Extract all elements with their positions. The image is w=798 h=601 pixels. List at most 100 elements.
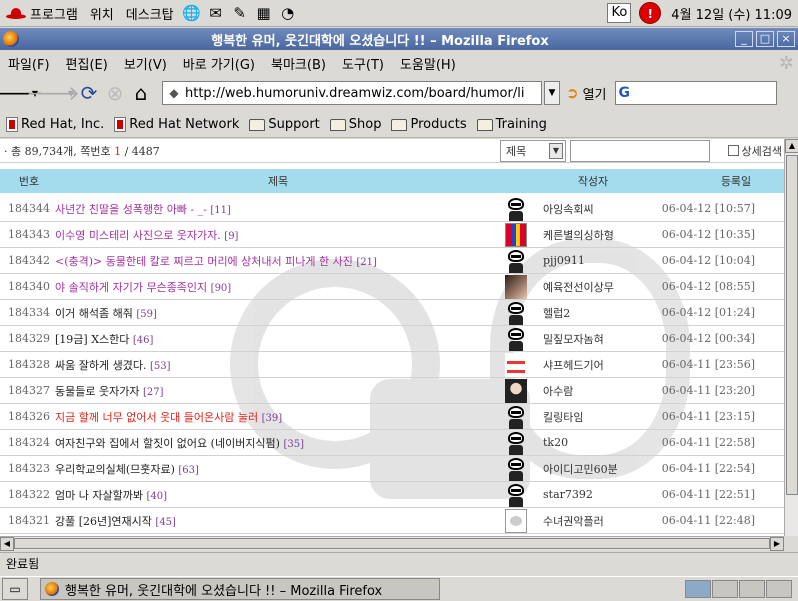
menu-file[interactable]: 파일(F) bbox=[0, 54, 58, 73]
author-avatar[interactable] bbox=[503, 274, 529, 300]
go-button[interactable]: ➲ 열기 bbox=[566, 84, 607, 103]
writer-icon[interactable]: ✎ bbox=[229, 3, 251, 23]
workspace-1[interactable] bbox=[685, 580, 711, 598]
author-avatar[interactable] bbox=[503, 222, 529, 248]
scroll-thumb[interactable] bbox=[786, 155, 798, 495]
close-button[interactable]: × bbox=[777, 31, 795, 47]
table-row[interactable]: 184322 엄마 나 자살할까봐 [40] star7392 06-04-11 [2… bbox=[0, 482, 784, 508]
author-name[interactable]: 아잉속회씨 bbox=[529, 201, 659, 217]
google-search-icon[interactable]: G bbox=[619, 85, 631, 101]
author-name[interactable]: 샤프헤드기어 bbox=[529, 357, 659, 373]
post-title-link[interactable]: 싸움 잘하게 생겼다. [53] bbox=[55, 357, 503, 373]
reload-button[interactable]: ⟳ bbox=[76, 80, 102, 106]
author-avatar[interactable] bbox=[503, 352, 529, 378]
menu-edit[interactable]: 편집(E) bbox=[58, 54, 116, 73]
url-input[interactable] bbox=[185, 85, 525, 101]
minimize-button[interactable]: _ bbox=[735, 31, 753, 47]
author-avatar[interactable] bbox=[503, 300, 529, 326]
notes-icon[interactable]: ✉ bbox=[205, 3, 227, 23]
table-row[interactable]: 184329 [19금] X스한다 [46] 밀짚모자놈혀 06-04-12 [00:… bbox=[0, 326, 784, 352]
table-row[interactable]: 184321 강풀 [26년]연재시작 [45] 수녀권악플러 06-04-11 [2… bbox=[0, 508, 784, 534]
author-avatar[interactable] bbox=[503, 196, 529, 222]
search-box[interactable]: G bbox=[614, 81, 777, 105]
forward-dropdown-icon[interactable]: ▼ bbox=[66, 89, 76, 98]
author-name[interactable]: pjj0911 bbox=[529, 254, 659, 267]
table-row[interactable]: 184342 <(충격)> 동물한테 칼로 찌르고 머리에 상처내서 피나게 한 … bbox=[0, 248, 784, 274]
stop-button[interactable]: ⊗ bbox=[102, 80, 128, 106]
table-row[interactable]: 184343 이수영 미스테리 사진으로 웃자가자. [9] 케른별의싱하형 06-0… bbox=[0, 222, 784, 248]
post-title-link[interactable]: 이거 해석좀 해줘 [59] bbox=[55, 305, 503, 321]
globe-icon[interactable]: 🌐 bbox=[181, 3, 203, 23]
applications-menu[interactable]: 프로그램 bbox=[0, 2, 84, 24]
bookmark-redhat-network[interactable]: Red Hat Network bbox=[114, 117, 239, 132]
bookmark-folder-training[interactable]: Training bbox=[476, 117, 547, 132]
show-desktop-icon[interactable]: ▭ bbox=[2, 578, 28, 600]
author-avatar[interactable] bbox=[503, 456, 529, 482]
author-avatar[interactable] bbox=[503, 404, 529, 430]
forward-button[interactable]: 🡒 bbox=[26, 80, 80, 106]
menu-go[interactable]: 바로 가기(G) bbox=[175, 54, 263, 73]
table-row[interactable]: 184324 여자친구와 집에서 할짓이 없어요 (네이버지식펌) [35] tk2… bbox=[0, 430, 784, 456]
bookmark-redhat-inc[interactable]: Red Hat, Inc. bbox=[6, 117, 104, 132]
calc-icon[interactable]: ▦ bbox=[253, 3, 275, 23]
checkbox[interactable] bbox=[727, 145, 739, 156]
keyboard-indicator[interactable]: Ko bbox=[607, 3, 632, 23]
author-name[interactable]: 킬링타임 bbox=[529, 409, 659, 425]
post-title-link[interactable]: [19금] X스한다 [46] bbox=[55, 331, 503, 347]
scroll-right-icon[interactable]: ▶ bbox=[770, 537, 784, 551]
scroll-up-icon[interactable]: ▲ bbox=[785, 139, 798, 153]
author-avatar[interactable] bbox=[503, 248, 529, 274]
vertical-scrollbar[interactable]: ▲ bbox=[784, 139, 798, 536]
horizontal-scrollbar[interactable]: ◀ ▶ bbox=[0, 536, 784, 551]
url-bar[interactable]: ◆ bbox=[162, 81, 542, 105]
author-name[interactable]: 아수람 bbox=[529, 383, 659, 399]
maximize-button[interactable]: □ bbox=[756, 31, 774, 47]
author-avatar[interactable] bbox=[503, 508, 529, 534]
scroll-thumb[interactable] bbox=[14, 538, 770, 549]
author-name[interactable]: tk20 bbox=[529, 436, 659, 449]
workspace-4[interactable] bbox=[766, 580, 792, 598]
bookmark-folder-products[interactable]: Products bbox=[391, 117, 467, 132]
table-row[interactable]: 184344 사년간 친딸을 성폭행한 아빠 - _- [11] 아잉속회씨 06-0… bbox=[0, 196, 784, 222]
post-title-link[interactable]: 사년간 친딸을 성폭행한 아빠 - _- [11] bbox=[55, 201, 503, 217]
places-menu[interactable]: 위치 bbox=[84, 2, 120, 24]
post-title-link[interactable]: 엄마 나 자살할까봐 [40] bbox=[55, 487, 503, 503]
presentation-icon[interactable]: ◔ bbox=[277, 3, 299, 23]
post-title-link[interactable]: 이수영 미스테리 사진으로 웃자가자. [9] bbox=[55, 227, 503, 243]
workspace-3[interactable] bbox=[739, 580, 765, 598]
author-name[interactable]: 수녀권악플러 bbox=[529, 513, 659, 529]
post-title-link[interactable]: 여자친구와 집에서 할짓이 없어요 (네이버지식펌) [35] bbox=[55, 435, 503, 451]
table-row[interactable]: 184328 싸움 잘하게 생겼다. [53] 샤프헤드기어 06-04-11 [23… bbox=[0, 352, 784, 378]
workspace-2[interactable] bbox=[712, 580, 738, 598]
post-title-link[interactable]: 강풀 [26년]연재시작 [45] bbox=[55, 513, 503, 529]
table-row[interactable]: 184334 이거 해석좀 해줘 [59] 헬럽2 06-04-12 [01:24] bbox=[0, 300, 784, 326]
menu-help[interactable]: 도움말(H) bbox=[392, 54, 464, 73]
clock[interactable]: 4월 12일 (수) 11:09 bbox=[671, 4, 792, 23]
author-avatar[interactable] bbox=[503, 378, 529, 404]
bookmark-folder-support[interactable]: Support bbox=[249, 117, 320, 132]
table-row[interactable]: 184326 지금 할께 너무 없어서 웃대 들어온사람 눌러 [39] 킬링타임 0… bbox=[0, 404, 784, 430]
firefox-icon[interactable] bbox=[3, 31, 19, 47]
author-name[interactable]: 헬럽2 bbox=[529, 305, 659, 321]
detail-search-checkbox[interactable]: 상세검색 bbox=[727, 143, 782, 159]
bookmark-folder-shop[interactable]: Shop bbox=[329, 117, 381, 132]
window-titlebar[interactable]: 행복한 유머, 웃긴대학에 오셨습니다 !! – Mozilla Firefox… bbox=[0, 28, 798, 50]
menu-bookmarks[interactable]: 북마크(B) bbox=[263, 54, 334, 73]
author-avatar[interactable] bbox=[503, 430, 529, 456]
table-row[interactable]: 184340 야 솔직하게 자기가 무슨종족인지 [90] 예육전선이상무 06-04… bbox=[0, 274, 784, 300]
workspace-switcher[interactable] bbox=[684, 580, 792, 598]
author-name[interactable]: 밀짚모자놈혀 bbox=[529, 331, 659, 347]
update-alert-icon[interactable]: ! bbox=[639, 2, 662, 24]
board-search-input[interactable] bbox=[570, 139, 710, 162]
table-row[interactable]: 184327 동물들로 웃자가자 [27] 아수람 06-04-11 [23:20] bbox=[0, 378, 784, 404]
post-title-link[interactable]: 우리학교의실체(므훗자료) [63] bbox=[55, 461, 503, 477]
menu-tools[interactable]: 도구(T) bbox=[334, 54, 392, 73]
post-title-link[interactable]: <(충격)> 동물한테 칼로 찌르고 머리에 상처내서 피나게 한 사진 [21… bbox=[55, 253, 503, 269]
home-button[interactable]: ⌂ bbox=[128, 80, 154, 106]
author-avatar[interactable] bbox=[503, 482, 529, 508]
post-title-link[interactable]: 지금 할께 너무 없어서 웃대 들어온사람 눌러 [39] bbox=[55, 409, 503, 425]
author-avatar[interactable] bbox=[503, 326, 529, 352]
author-name[interactable]: 아이디고민60분 bbox=[529, 461, 659, 477]
table-row[interactable]: 184323 우리학교의실체(므훗자료) [63] 아이디고민60분 06-04-11… bbox=[0, 456, 784, 482]
url-history-dropdown-icon[interactable]: ▼ bbox=[544, 81, 560, 105]
